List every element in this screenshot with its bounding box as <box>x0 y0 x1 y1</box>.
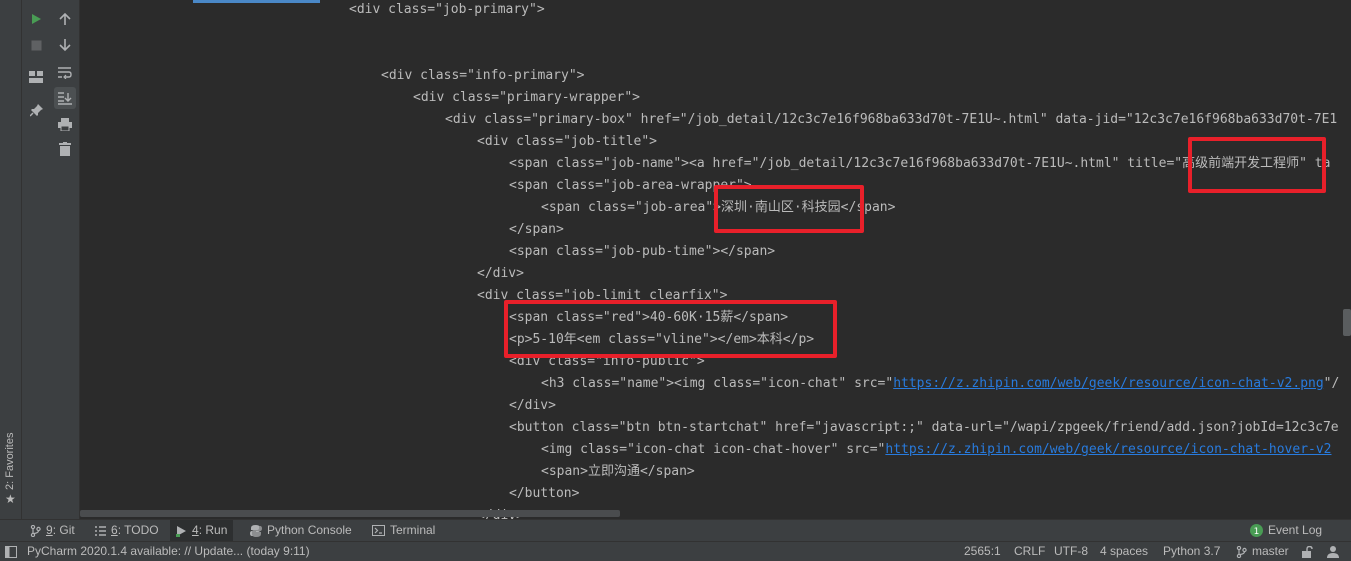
vertical-scrollbar[interactable] <box>1343 309 1351 336</box>
tab-label: : Git <box>52 523 75 537</box>
trash-icon[interactable] <box>54 138 76 160</box>
tab-label: Event Log <box>1268 523 1323 537</box>
status-bar: PyCharm 2020.1.4 available: // Update...… <box>0 541 1351 561</box>
tab-event-log[interactable]: 1 Event Log <box>1244 520 1328 541</box>
code-text: <img class="icon-chat icon-chat-hover" s… <box>541 442 886 457</box>
code-line: <div class="job-title"> <box>477 134 658 149</box>
file-encoding[interactable]: UTF-8 <box>1054 542 1088 561</box>
soft-wrap-icon[interactable] <box>54 62 76 84</box>
inspector-icon[interactable] <box>1326 544 1340 561</box>
favorites-tab[interactable]: 2: Favorites <box>4 433 16 490</box>
code-line: <div class="job-primary"> <box>349 2 545 17</box>
git-branch[interactable]: master <box>1252 542 1289 561</box>
code-line: <span class="job-pub-time"></span> <box>509 244 776 259</box>
code-line: <button class="btn btn-startchat" href="… <box>509 420 1339 435</box>
print-icon[interactable] <box>54 113 76 135</box>
svg-text:1: 1 <box>1254 527 1260 537</box>
code-line: </div> <box>477 266 524 281</box>
stop-icon[interactable] <box>25 34 47 56</box>
code-text: "/ <box>1323 376 1340 391</box>
code-line: <div class="job-limit clearfix"> <box>477 288 728 303</box>
run-toolbar <box>22 0 50 519</box>
restore-layout-icon[interactable] <box>25 66 47 88</box>
code-line: <img class="icon-chat icon-chat-hover" s… <box>541 439 1332 461</box>
resource-link[interactable]: https://z.zhipin.com/web/geek/resource/i… <box>893 376 1323 391</box>
favorites-strip: 2: Favorites ★ <box>0 0 22 519</box>
lock-icon[interactable] <box>1302 545 1313 561</box>
rerun-icon[interactable] <box>25 8 47 30</box>
tab-mnemonic: 6 <box>111 523 118 537</box>
code-line: </span> <box>509 222 564 237</box>
tab-mnemonic: 4 <box>192 523 199 537</box>
code-line: <span class="job-area-wrapper"> <box>509 178 752 193</box>
code-line: </div> <box>509 398 556 413</box>
list-icon <box>95 525 106 536</box>
scroll-to-end-icon[interactable] <box>54 87 76 109</box>
console-toolbar <box>50 0 80 519</box>
star-icon[interactable]: ★ <box>5 492 16 506</box>
event-log-icon: 1 <box>1250 524 1263 537</box>
terminal-icon <box>372 525 385 536</box>
git-branch-icon <box>30 524 41 537</box>
code-line: <span class="red">40-60K·15薪</span> <box>509 310 789 325</box>
status-toggle-icon[interactable] <box>5 545 17 561</box>
code-line: <span class="job-name"><a href="/job_det… <box>509 156 1331 171</box>
git-branch-icon <box>1236 545 1247 561</box>
arrow-down-icon[interactable] <box>54 34 76 56</box>
tab-label: Terminal <box>390 523 436 537</box>
code-line: <div class="primary-box" href="/job_deta… <box>445 112 1338 127</box>
code-line: <p>5-10年<em class="vline"></em>本科</p> <box>509 332 815 347</box>
run-icon <box>176 525 186 537</box>
tab-mnemonic: 9 <box>46 523 53 537</box>
tab-todo[interactable]: 6: TODO <box>89 520 165 541</box>
resource-link[interactable]: https://z.zhipin.com/web/geek/resource/i… <box>885 442 1331 457</box>
python-icon <box>250 524 262 537</box>
horizontal-scrollbar[interactable] <box>80 510 620 517</box>
code-line: <div class="info-public"> <box>509 354 705 369</box>
indent-setting[interactable]: 4 spaces <box>1100 542 1148 561</box>
tab-indicator <box>193 0 320 3</box>
tab-terminal[interactable]: Terminal <box>366 520 441 541</box>
pin-icon[interactable] <box>25 99 47 121</box>
arrow-up-icon[interactable] <box>54 8 76 30</box>
code-line: <div class="info-primary"> <box>381 68 585 83</box>
console-output[interactable]: <div class="job-primary"> <div class="in… <box>80 0 1351 519</box>
line-separator[interactable]: CRLF <box>1014 542 1045 561</box>
tab-label: : TODO <box>117 523 159 537</box>
code-line: <div class="primary-wrapper"> <box>413 90 640 105</box>
tab-run[interactable]: 4: Run <box>170 520 234 541</box>
code-line: <span class="job-area">深圳·南山区·科技园</span> <box>541 200 896 215</box>
update-message[interactable]: PyCharm 2020.1.4 available: // Update...… <box>27 542 310 561</box>
code-text: <h3 class="name"><img class="icon-chat" … <box>541 376 894 391</box>
code-line: </button> <box>509 486 580 501</box>
caret-position[interactable]: 2565:1 <box>964 542 1001 561</box>
python-interpreter[interactable]: Python 3.7 <box>1163 542 1220 561</box>
code-line: <span>立即沟通</span> <box>541 464 695 479</box>
tool-window-bar: 9: Git 6: TODO 4: Run Python Console Ter… <box>0 519 1351 541</box>
tab-git[interactable]: 9: Git <box>24 520 81 541</box>
tab-label: : Run <box>198 523 228 537</box>
tab-label: Python Console <box>267 523 352 537</box>
code-line: <h3 class="name"><img class="icon-chat" … <box>541 373 1339 395</box>
tab-python-console[interactable]: Python Console <box>244 520 358 541</box>
